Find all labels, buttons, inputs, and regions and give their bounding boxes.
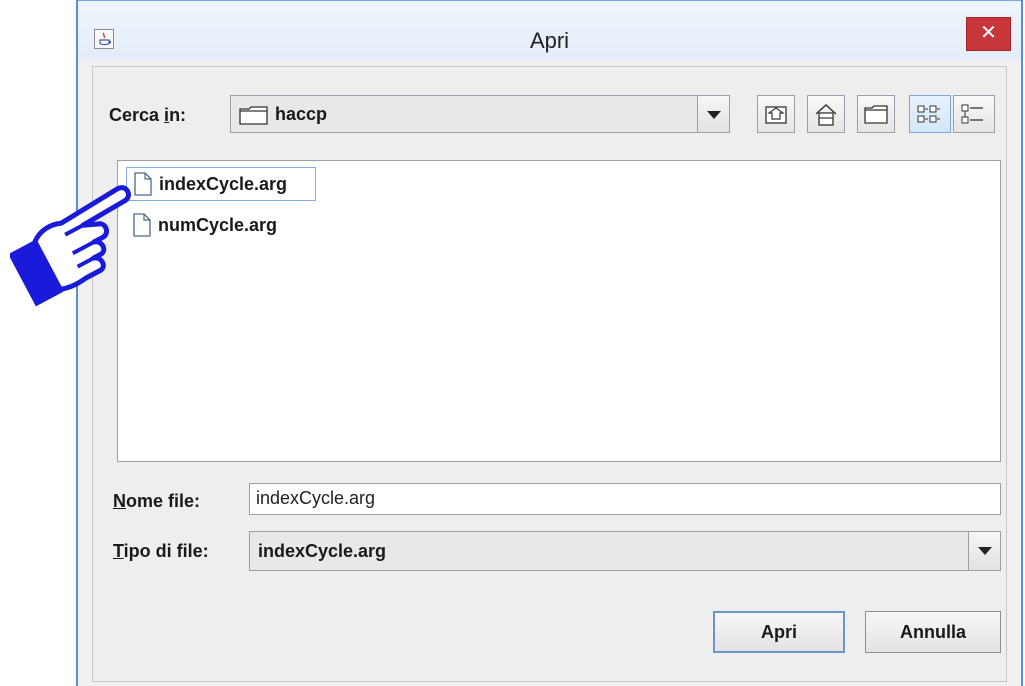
file-name-input[interactable]: indexCycle.arg bbox=[249, 483, 1001, 515]
file-type-combo[interactable]: indexCycle.arg bbox=[249, 531, 1001, 571]
file-name: numCycle.arg bbox=[158, 215, 278, 235]
window-title: Apri bbox=[529, 28, 570, 53]
pointing-hand-icon bbox=[10, 185, 131, 307]
file-type-dropdown-arrow[interactable] bbox=[968, 532, 1000, 570]
file-name: indexCycle.arg bbox=[159, 174, 288, 194]
file-type-label: Tipo di file: bbox=[113, 541, 209, 561]
dialog-body: Cerca in: haccp indexCycle.arg numCycle.… bbox=[92, 66, 1007, 682]
details-view-toggle[interactable] bbox=[953, 95, 995, 133]
home-button[interactable] bbox=[807, 95, 845, 133]
open-button[interactable]: Apri bbox=[713, 611, 845, 653]
folder-icon bbox=[239, 106, 268, 125]
look-in-combo[interactable]: haccp bbox=[230, 95, 730, 133]
up-one-level-button[interactable] bbox=[757, 95, 795, 133]
up-folder-icon bbox=[765, 106, 787, 124]
look-in-dropdown-arrow[interactable] bbox=[697, 96, 729, 132]
list-view-toggle[interactable] bbox=[909, 95, 951, 133]
new-folder-button[interactable] bbox=[857, 95, 895, 133]
look-in-label: Cerca in: bbox=[109, 105, 187, 125]
list-view-icon bbox=[917, 105, 940, 123]
title-bar[interactable]: Apri ✕ bbox=[78, 0, 1021, 60]
file-name-label: Nome file: bbox=[113, 491, 201, 511]
home-icon bbox=[815, 104, 837, 126]
file-list[interactable]: indexCycle.arg numCycle.arg bbox=[117, 160, 1001, 462]
open-file-dialog: Apri ✕ Cerca in: haccp indexCycle.arg nu… bbox=[76, 0, 1023, 686]
details-view-icon bbox=[961, 104, 983, 124]
close-button[interactable]: ✕ bbox=[966, 17, 1011, 51]
file-type-value: indexCycle.arg bbox=[258, 541, 387, 561]
current-folder-name: haccp bbox=[275, 104, 328, 124]
cancel-button[interactable]: Annulla bbox=[865, 611, 1001, 653]
new-folder-icon bbox=[864, 105, 888, 124]
